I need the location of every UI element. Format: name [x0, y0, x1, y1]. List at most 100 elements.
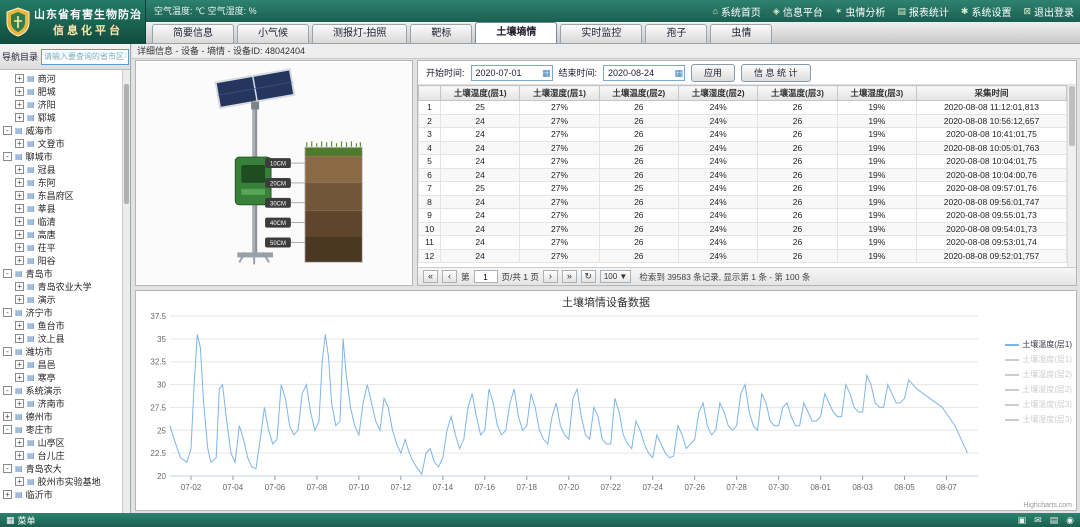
table-row[interactable]: 52427%2624%2619%2020-08-08 10:04:01,75	[419, 155, 1067, 169]
tab-microclimate[interactable]: 小气候	[237, 24, 309, 43]
apply-button[interactable]: 应用	[691, 64, 735, 82]
tree-item[interactable]: +▤寒亭	[0, 371, 122, 384]
tree-item[interactable]: +▤东昌府区	[0, 189, 122, 202]
tree-item[interactable]: -▤聊城市	[0, 150, 122, 163]
collapse-icon[interactable]: -	[3, 308, 12, 317]
menu-item-info-platform[interactable]: ◈信息平台	[773, 4, 823, 19]
expand-icon[interactable]: +	[15, 282, 24, 291]
tab-survey-lamp-photo[interactable]: 测报灯-拍照	[312, 24, 407, 43]
expand-icon[interactable]: +	[15, 256, 24, 265]
region-search-input[interactable]	[41, 49, 129, 65]
tree-item[interactable]: +▤郓城	[0, 111, 122, 124]
tree-item[interactable]: +▤山亭区	[0, 436, 122, 449]
expand-icon[interactable]: +	[15, 373, 24, 382]
expand-icon[interactable]: +	[15, 100, 24, 109]
collapse-icon[interactable]: -	[3, 152, 12, 161]
tree-item[interactable]: +▤冠县	[0, 163, 122, 176]
menu-button[interactable]: ▦ 菜单	[6, 514, 36, 527]
tree-item[interactable]: +▤济南市	[0, 397, 122, 410]
tab-insect[interactable]: 虫情	[710, 24, 772, 43]
stats-button[interactable]: 信 息 统 计	[741, 64, 811, 82]
column-header[interactable]: 土壤温度(层3)	[758, 86, 837, 101]
tree-item[interactable]: +▤临清	[0, 215, 122, 228]
expand-icon[interactable]: +	[15, 451, 24, 460]
table-row[interactable]: 72527%2524%2619%2020-08-08 09:57:01,76	[419, 182, 1067, 196]
menu-item-logout[interactable]: ⊠退出登录	[1023, 4, 1074, 19]
refresh-button[interactable]: ↻	[581, 270, 596, 283]
tree-item[interactable]: -▤威海市	[0, 124, 122, 137]
tab-spore[interactable]: 孢子	[645, 24, 707, 43]
tree-item[interactable]: +▤昌邑	[0, 358, 122, 371]
mail-icon[interactable]: ✉	[1034, 515, 1042, 526]
tree-item[interactable]: +▤临沂市	[0, 488, 122, 501]
tab-soil-moisture[interactable]: 土壤墒情	[475, 22, 557, 43]
expand-icon[interactable]: +	[15, 243, 24, 252]
calendar-icon[interactable]: ▦	[542, 67, 551, 79]
tree-item[interactable]: +▤高唐	[0, 228, 122, 241]
table-row[interactable]: 22427%2624%2619%2020-08-08 10:56:12,657	[419, 114, 1067, 128]
tree-item[interactable]: +▤汶上县	[0, 332, 122, 345]
prev-page-button[interactable]: ‹	[442, 270, 457, 283]
collapse-icon[interactable]: -	[3, 347, 12, 356]
expand-icon[interactable]: +	[15, 178, 24, 187]
chart-icon[interactable]: ▤	[1050, 515, 1059, 526]
tree-item[interactable]: +▤济阳	[0, 98, 122, 111]
tree-item[interactable]: +▤东阿	[0, 176, 122, 189]
table-row[interactable]: 32427%2624%2619%2020-08-08 10:41:01,75	[419, 128, 1067, 142]
first-page-button[interactable]: «	[423, 270, 438, 283]
sidebar-scrollbar[interactable]	[122, 70, 130, 513]
legend-item[interactable]: 土壤湿度(层3)	[1005, 414, 1072, 425]
expand-icon[interactable]: +	[15, 87, 24, 96]
legend-item[interactable]: 土壤温度(层3)	[1005, 399, 1072, 410]
legend-item[interactable]: 土壤湿度(层1)	[1005, 354, 1072, 365]
column-header[interactable]: 采集时间	[917, 86, 1067, 101]
tree-item[interactable]: +▤台儿庄	[0, 449, 122, 462]
column-header[interactable]: 土壤温度(层2)	[599, 86, 678, 101]
tree-item[interactable]: +▤鱼台市	[0, 319, 122, 332]
tree-item[interactable]: -▤青岛农大	[0, 462, 122, 475]
tab-brief-info[interactable]: 简要信息	[152, 24, 234, 43]
tab-target[interactable]: 靶标	[410, 24, 472, 43]
scrollbar-thumb[interactable]	[1069, 86, 1075, 146]
tree-item[interactable]: +▤茌平	[0, 241, 122, 254]
menu-item-insect-analysis[interactable]: ✶虫情分析	[835, 4, 886, 19]
table-row[interactable]: 122427%2624%2619%2020-08-08 09:52:01,757	[419, 249, 1067, 263]
expand-icon[interactable]: +	[15, 74, 24, 83]
tree-item[interactable]: +▤商河	[0, 72, 122, 85]
tree-item[interactable]: -▤青岛市	[0, 267, 122, 280]
expand-icon[interactable]: +	[15, 438, 24, 447]
column-header[interactable]	[419, 86, 441, 101]
page-number-input[interactable]	[474, 270, 498, 283]
user-icon[interactable]: ◉	[1066, 515, 1074, 526]
tree-item[interactable]: +▤德州市	[0, 410, 122, 423]
collapse-icon[interactable]: -	[3, 269, 12, 278]
table-row[interactable]: 42427%2624%2619%2020-08-08 10:05:01,763	[419, 141, 1067, 155]
column-header[interactable]: 土壤湿度(层2)	[678, 86, 757, 101]
scrollbar-thumb[interactable]	[124, 84, 129, 204]
calendar-icon[interactable]: ▦	[675, 67, 684, 79]
table-row[interactable]: 62427%2624%2619%2020-08-08 10:04:00,76	[419, 168, 1067, 182]
tree-item[interactable]: -▤枣庄市	[0, 423, 122, 436]
expand-icon[interactable]: +	[15, 217, 24, 226]
expand-icon[interactable]: +	[3, 490, 12, 499]
page-size-select[interactable]: 100 ▼	[600, 270, 632, 283]
tree-item[interactable]: -▤系统演示	[0, 384, 122, 397]
column-header[interactable]: 土壤温度(层1)	[441, 86, 520, 101]
expand-icon[interactable]: +	[15, 321, 24, 330]
expand-icon[interactable]: +	[15, 230, 24, 239]
monitor-icon[interactable]: ▣	[1018, 515, 1027, 526]
expand-icon[interactable]: +	[15, 360, 24, 369]
tree-item[interactable]: +▤莘县	[0, 202, 122, 215]
collapse-icon[interactable]: -	[3, 464, 12, 473]
legend-item[interactable]: 土壤湿度(层2)	[1005, 384, 1072, 395]
table-row[interactable]: 102427%2624%2619%2020-08-08 09:54:01,73	[419, 222, 1067, 236]
table-row[interactable]: 92427%2624%2619%2020-08-08 09:55:01,73	[419, 209, 1067, 223]
expand-icon[interactable]: +	[15, 295, 24, 304]
tab-realtime-monitor[interactable]: 实时监控	[560, 24, 642, 43]
tree-item[interactable]: +▤演示	[0, 293, 122, 306]
column-header[interactable]: 土壤湿度(层3)	[837, 86, 916, 101]
tree-item[interactable]: +▤肥城	[0, 85, 122, 98]
expand-icon[interactable]: +	[3, 412, 12, 421]
last-page-button[interactable]: »	[562, 270, 577, 283]
table-row[interactable]: 12527%2624%2619%2020-08-08 11:12:01,813	[419, 101, 1067, 115]
